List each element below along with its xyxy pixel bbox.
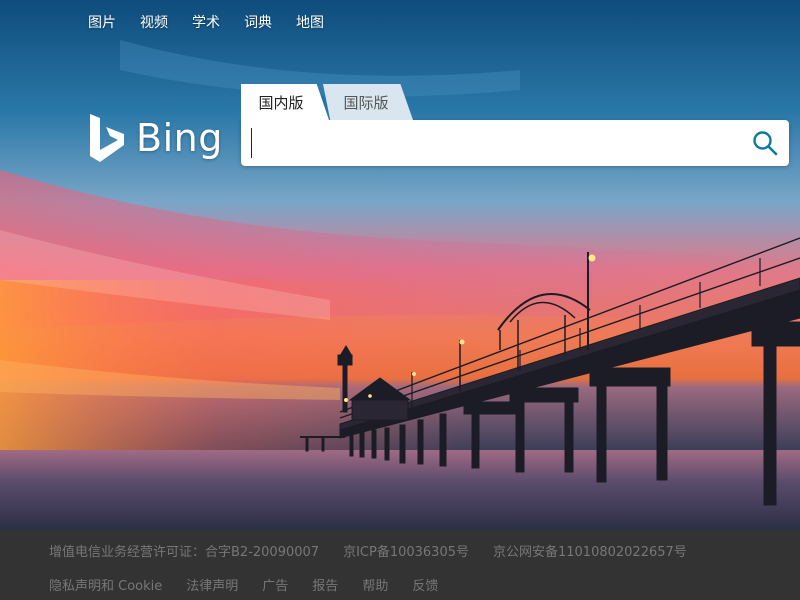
nav-maps-link[interactable]: 地图 — [296, 12, 324, 32]
license-text: 增值电信业务经营许可证：合字B2-20090007 — [49, 545, 320, 560]
public-security-text: 京公网安备11010802022657号 — [492, 545, 687, 560]
nav-dictionary-link[interactable]: 词典 — [244, 12, 272, 32]
bing-b-icon — [90, 114, 124, 162]
report-link[interactable]: 报告 — [312, 575, 338, 594]
bing-homepage: 图片 视频 学术 词典 地图 Bing 国际版 国内版 增值电信业务经营许可证：… — [0, 0, 800, 600]
background-image — [0, 0, 800, 530]
nav-videos-link[interactable]: 视频 — [140, 12, 168, 32]
ads-link[interactable]: 广告 — [262, 575, 288, 594]
icp-text: 京ICP备10036305号 — [343, 545, 469, 560]
logo-text: Bing — [136, 116, 223, 160]
footer-license-row: 增值电信业务经营许可证：合字B2-20090007 京ICP备10036305号… — [49, 541, 687, 560]
privacy-link[interactable]: 隐私声明和 Cookie — [49, 575, 162, 594]
nav-academic-link[interactable]: 学术 — [192, 12, 220, 32]
legal-link[interactable]: 法律声明 — [186, 575, 238, 594]
search-icon — [753, 131, 778, 156]
tab-china[interactable]: 国内版 — [241, 84, 329, 120]
feedback-link[interactable]: 反馈 — [412, 575, 438, 594]
help-link[interactable]: 帮助 — [362, 575, 388, 594]
nav-images-link[interactable]: 图片 — [88, 12, 116, 32]
top-nav: 图片 视频 学术 词典 地图 — [88, 12, 324, 32]
tab-international[interactable]: 国际版 — [323, 84, 413, 120]
search-box — [241, 120, 789, 166]
search-input[interactable] — [251, 128, 736, 158]
footer: 增值电信业务经营许可证：合字B2-20090007 京ICP备10036305号… — [0, 530, 800, 600]
bing-logo[interactable]: Bing — [88, 112, 223, 164]
search-button[interactable] — [749, 128, 781, 158]
footer-links-row: 隐私声明和 Cookie 法律声明 广告 报告 帮助 反馈 — [49, 575, 438, 594]
search-tabs: 国际版 国内版 — [241, 84, 431, 120]
